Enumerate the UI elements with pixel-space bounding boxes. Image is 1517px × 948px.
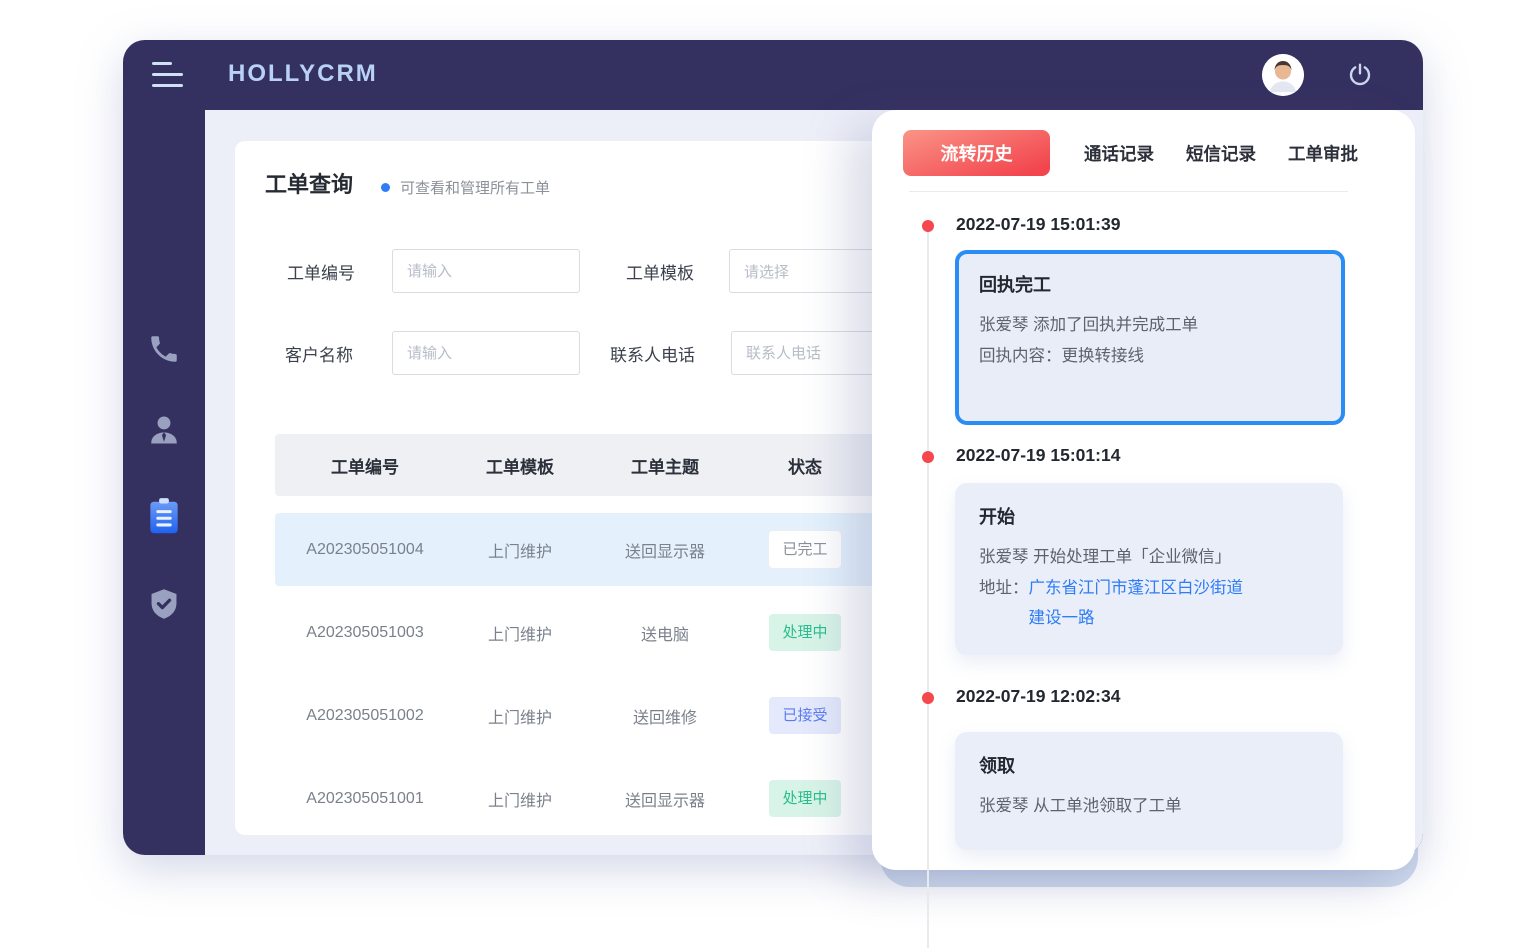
screenshot-root: { "app": { "brand": "HOLLYCRM" }, "topba…: [0, 0, 1517, 915]
tab-circulation-history[interactable]: 流转历史: [903, 130, 1050, 176]
table-header: 工单编号: [275, 453, 455, 478]
table-header: 工单模板: [455, 453, 585, 478]
sidebar-item-workorders[interactable]: [123, 494, 205, 538]
timeline-card-text: 张爱琴 开始处理工单「企业微信」: [979, 542, 1319, 573]
panel-tabs: 流转历史 通话记录 短信记录 工单审批: [903, 130, 1374, 176]
cell-subject: 送回显示器: [585, 787, 745, 811]
phone-icon: [147, 332, 181, 366]
timeline-timestamp: 2022-07-19 12:02:34: [956, 686, 1120, 707]
filter-label: 客户名称: [285, 341, 392, 366]
top-bar: HOLLYCRM: [123, 40, 1423, 110]
subtitle-dot-icon: [381, 183, 390, 192]
timeline-dot: [922, 451, 934, 463]
timeline-address-row: 地址： 广东省江门市蓬江区白沙街道 建设一路: [979, 573, 1319, 633]
cell-subject: 送回维修: [585, 704, 745, 728]
cell-workorder-id: A202305051001: [275, 790, 455, 808]
status-badge: 处理中: [769, 780, 840, 817]
contact-icon: [146, 412, 182, 448]
timeline-card-text: 张爱琴 从工单池领取了工单: [979, 791, 1319, 822]
cell-workorder-id: A202305051004: [275, 541, 455, 559]
cell-template: 上门维护: [455, 787, 585, 811]
menu-icon[interactable]: [152, 62, 183, 88]
address-link[interactable]: 广东省江门市蓬江区白沙街道 建设一路: [1029, 573, 1244, 633]
timeline-dot: [922, 692, 934, 704]
timeline-card-start: 开始 张爱琴 开始处理工单「企业微信」 地址： 广东省江门市蓬江区白沙街道 建设…: [955, 483, 1343, 655]
address-line: 建设一路: [1029, 609, 1095, 627]
customer-name-input[interactable]: [392, 331, 580, 375]
table-header: 工单主题: [585, 453, 745, 478]
filter-label: 工单模板: [626, 259, 729, 284]
sidebar-item-contacts[interactable]: [123, 408, 205, 452]
app-logo: HOLLYCRM: [228, 60, 378, 88]
timeline-card-text: 张爱琴 添加了回执并完成工单: [979, 310, 1321, 341]
workorder-clipboard-icon: [147, 497, 181, 535]
sidebar-item-calls[interactable]: [123, 327, 205, 371]
workorder-id-input[interactable]: [392, 249, 580, 293]
left-sidebar: [123, 110, 205, 855]
power-icon[interactable]: [1347, 62, 1373, 88]
timeline-card-title: 开始: [979, 503, 1319, 529]
cell-workorder-id: A202305051003: [275, 624, 455, 642]
address-label: 地址：: [979, 573, 1029, 603]
sidebar-item-quality[interactable]: [123, 582, 205, 626]
timeline-timestamp: 2022-07-19 15:01:14: [956, 445, 1120, 466]
workorder-detail-panel: 流转历史 通话记录 短信记录 工单审批 2022-07-19 15:01:39 …: [872, 110, 1415, 870]
filter-label: 联系人电话: [610, 341, 731, 366]
avatar-image: [1262, 54, 1304, 96]
page-subtitle-row: 可查看和管理所有工单: [381, 177, 550, 198]
tab-call-records[interactable]: 通话记录: [1084, 141, 1154, 166]
filter-customer-name: 客户名称: [285, 330, 580, 376]
cell-template: 上门维护: [455, 621, 585, 645]
shield-check-icon: [146, 586, 182, 622]
timeline-card-text: 回执内容：更换转接线: [979, 341, 1321, 372]
timeline-card-claimed: 领取 张爱琴 从工单池领取了工单: [955, 732, 1343, 850]
timeline-dot: [922, 220, 934, 232]
timeline-timestamp: 2022-07-19 15:01:39: [956, 214, 1120, 235]
cell-subject: 送回显示器: [585, 538, 745, 562]
tabs-divider: [909, 191, 1348, 192]
filter-workorder-id: 工单编号: [287, 248, 580, 294]
status-badge: 已接受: [769, 697, 840, 734]
status-badge: 已完工: [769, 531, 840, 568]
cell-workorder-id: A202305051002: [275, 707, 455, 725]
page-subtitle: 可查看和管理所有工单: [400, 177, 550, 198]
page-title: 工单查询: [265, 167, 353, 199]
timeline-line: [927, 232, 929, 948]
timeline-card-title: 回执完工: [979, 271, 1321, 297]
cell-subject: 送电脑: [585, 621, 745, 645]
cell-template: 上门维护: [455, 704, 585, 728]
table-header: 状态: [745, 453, 865, 478]
filter-label: 工单编号: [287, 259, 392, 284]
address-line: 广东省江门市蓬江区白沙街道: [1029, 579, 1244, 597]
timeline-card-completed: 回执完工 张爱琴 添加了回执并完成工单 回执内容：更换转接线: [955, 250, 1345, 425]
tab-workorder-approval[interactable]: 工单审批: [1288, 141, 1358, 166]
tab-sms-records[interactable]: 短信记录: [1186, 141, 1256, 166]
status-badge: 处理中: [769, 614, 840, 651]
user-avatar[interactable]: [1262, 54, 1304, 96]
cell-template: 上门维护: [455, 538, 585, 562]
timeline-card-title: 领取: [979, 752, 1319, 778]
